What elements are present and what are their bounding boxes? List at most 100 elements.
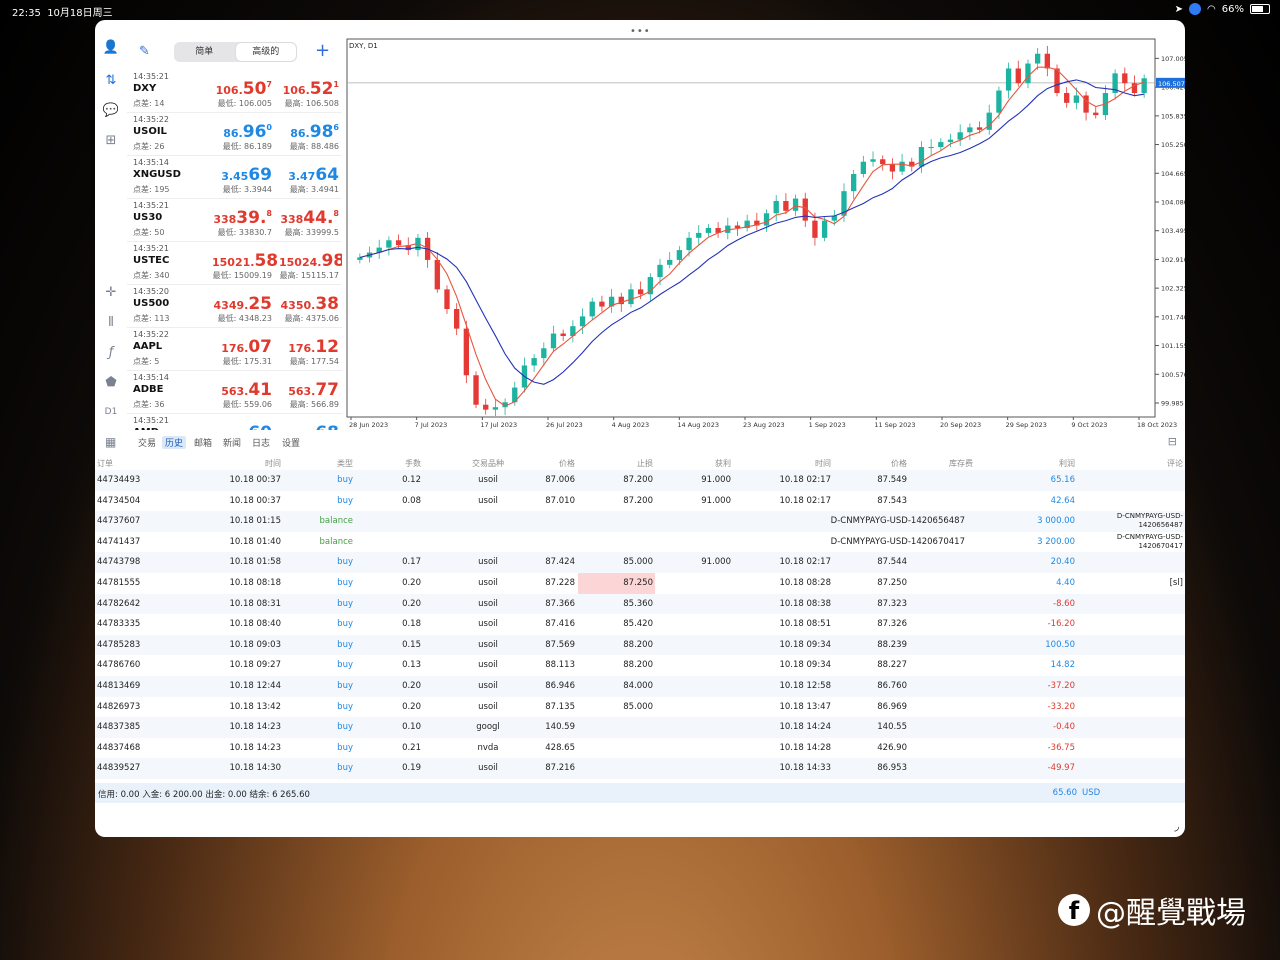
cell-symbol: usoil [478,701,498,712]
tab-1[interactable]: 历史 [162,436,187,449]
table-row[interactable]: 44743798 10.18 01:58 buy 0.17 usoil 87.424 85.… [95,552,1185,573]
ask-price[interactable]: 103.68 [279,423,339,430]
quote-symbol: US500 [133,298,170,309]
cell-profit: -8.60 [1053,598,1075,609]
bid-price[interactable]: 176.07 [212,337,272,357]
chat-icon[interactable]: 💬 [102,103,120,121]
table-row[interactable]: 44813469 10.18 12:44 buy 0.20 usoil 86.946 84.… [95,675,1185,697]
add-symbol-icon[interactable]: + [315,40,330,61]
quotes-icon[interactable]: ⇅ [102,73,120,91]
quote-row[interactable]: 14:35:22 USOIL 点差: 26 86.960 86.986 最低: 86.18… [127,113,342,156]
bid-price[interactable]: 33839.8 [212,208,272,228]
ask-price[interactable]: 3.4764 [279,165,339,185]
edit-icon[interactable]: ✎ [139,44,150,59]
ask-price[interactable]: 15024.98 [279,251,342,271]
cell-time: 10.18 08:18 [229,577,281,588]
quote-row[interactable]: 14:35:21 DXY 点差: 14 106.507 106.521 最低: 106.0… [127,70,342,113]
column-header[interactable]: 利润 [1015,458,1075,469]
column-header[interactable]: 止损 [600,458,653,469]
column-header[interactable]: 价格 [855,458,907,469]
tab-4[interactable]: 日志 [249,436,273,449]
timeframe-button[interactable]: D1 [102,407,120,425]
bid-price[interactable]: 4349.25 [212,294,272,314]
ask-price[interactable]: 176.12 [279,337,339,357]
column-header[interactable]: 时间 [763,458,831,469]
cell-ctime: 10.18 02:17 [779,495,831,506]
cell-ctime: 10.18 09:34 [779,660,831,671]
bid-price[interactable]: 106.507 [212,79,272,99]
bid-price[interactable]: 3.4569 [212,165,272,185]
ask-price[interactable]: 33844.8 [279,208,339,228]
quote-row[interactable]: 14:35:21 USTEC 点差: 340 15021.58 15024.98 最低: … [127,242,342,285]
cell-ctime: 10.18 08:28 [779,577,831,588]
chart-title: DXY, D1 [349,42,378,50]
quote-row[interactable]: 14:35:20 US500 点差: 113 4349.25 4350.38 最低: 43… [127,285,342,328]
quote-row[interactable]: 14:35:22 AAPL 点差: 5 176.07 176.12 最低: 175.31 最… [127,328,342,371]
quote-row[interactable]: 14:35:14 ADBE 点差: 36 563.41 563.77 最低: 559.06… [127,371,342,414]
watermark: f @醒覺戰場 [1058,888,1246,932]
quote-row[interactable]: 14:35:21AMD103.60103.68 [127,414,342,430]
indicators-icon[interactable]: ƒ [102,345,120,363]
quote-row[interactable]: 14:35:14 XNGUSD 点差: 195 3.4569 3.4764 最低: 3.3… [127,156,342,199]
new-order-icon[interactable]: ⊞ [102,133,120,151]
ask-price[interactable]: 106.521 [279,79,339,99]
wifi-icon: ◠ [1207,3,1216,15]
tab-2[interactable]: 邮箱 [191,436,215,449]
candle-body [783,201,789,211]
table-row[interactable]: 44785283 10.18 09:03 buy 0.15 usoil 87.569 88.… [95,634,1185,656]
column-header[interactable]: 交易品种 [455,458,521,469]
bid-price[interactable]: 103.60 [212,423,272,430]
tab-5[interactable]: 设置 [279,436,303,449]
table-row[interactable]: 44741437 10.18 01:40 balance D-CNMYPAYG-USD… [95,532,1185,553]
candlestick-chart[interactable]: DXY, D1107.005106.420105.835105.250104.6… [345,35,1185,430]
column-header[interactable]: 订单 [97,458,167,469]
resize-handle-icon[interactable]: ◞ [1174,819,1179,833]
table-row[interactable]: 44781555 10.18 08:18 buy 0.20 usoil 87.228 87.… [95,572,1185,594]
table-row[interactable]: 44837468 10.18 14:23 buy 0.21 nvda 428.65 10.1… [95,738,1185,759]
bid-price[interactable]: 15021.58 [212,251,278,271]
table-row[interactable]: 44839527 10.18 14:30 buy 0.19 usoil 87.216 10.… [95,758,1185,779]
bid-price[interactable]: 563.41 [212,380,272,400]
calendar-icon[interactable]: ▦ [105,435,116,449]
column-header[interactable]: 评论 [1105,458,1183,469]
ask-price[interactable]: 563.77 [279,380,339,400]
table-row[interactable]: 44783335 10.18 08:40 buy 0.18 usoil 87.416 85.… [95,614,1185,635]
expand-icon[interactable]: ⊟ [1168,435,1177,448]
crosshair-icon[interactable]: ✛ [102,285,120,303]
cell-profit: 3 200.00 [1037,536,1075,547]
simple-mode-tab[interactable]: 简单 [174,42,235,62]
table-row[interactable]: 44786760 10.18 09:27 buy 0.13 usoil 88.113 88.… [95,655,1185,676]
table-row[interactable]: 44734493 10.18 00:37 buy 0.12 usoil 87.006 87.… [95,470,1185,491]
chart-type-icon[interactable]: ⫴ [102,315,120,333]
quote-symbol: USOIL [133,126,167,137]
column-header[interactable]: 类型 [315,458,353,469]
account-icon[interactable]: 👤 [102,40,120,58]
advanced-mode-tab[interactable]: 高级的 [235,43,296,61]
recording-icon [1189,3,1202,15]
bid-price[interactable]: 86.960 [212,122,272,142]
ask-price[interactable]: 86.986 [279,122,339,142]
tab-3[interactable]: 新闻 [220,436,244,449]
table-row[interactable]: 44837385 10.18 14:23 buy 0.10 googl 140.59 10.… [95,717,1185,738]
column-header[interactable]: 手数 [393,458,421,469]
quote-row[interactable]: 14:35:21 US30 点差: 50 33839.8 33844.8 最低: 3383… [127,199,342,242]
column-header[interactable]: 时间 [215,458,281,469]
table-body: 44734493 10.18 00:37 buy 0.12 usoil 87.006 87.… [95,470,1185,779]
column-header[interactable]: 价格 [525,458,575,469]
table-row[interactable]: 44782642 10.18 08:31 buy 0.20 usoil 87.366 85.… [95,593,1185,615]
table-row[interactable]: 44734504 10.18 00:37 buy 0.08 usoil 87.010 87.… [95,491,1185,512]
table-row[interactable]: 44737607 10.18 01:15 balance D-CNMYPAYG-USD… [95,511,1185,532]
table-row[interactable]: 44826973 10.18 13:42 buy 0.20 usoil 87.135 85.… [95,697,1185,718]
cell-ctime: 10.18 12:58 [779,680,831,691]
cell-order: 44743798 [97,557,141,568]
candle-body [957,132,963,140]
column-header[interactable]: 库存费 [925,458,973,469]
bid-price-big: 07 [248,337,272,357]
cell-sl: 87.250 [623,577,653,588]
column-header[interactable]: 获利 [678,458,731,469]
tab-0[interactable]: 交易 [135,436,159,449]
ask-price[interactable]: 4350.38 [279,294,339,314]
quote-time: 14:35:22 [133,115,169,124]
objects-icon[interactable]: ⬟ [102,375,120,393]
price-chart[interactable]: DXY, D1107.005106.420105.835105.250104.6… [345,35,1185,430]
